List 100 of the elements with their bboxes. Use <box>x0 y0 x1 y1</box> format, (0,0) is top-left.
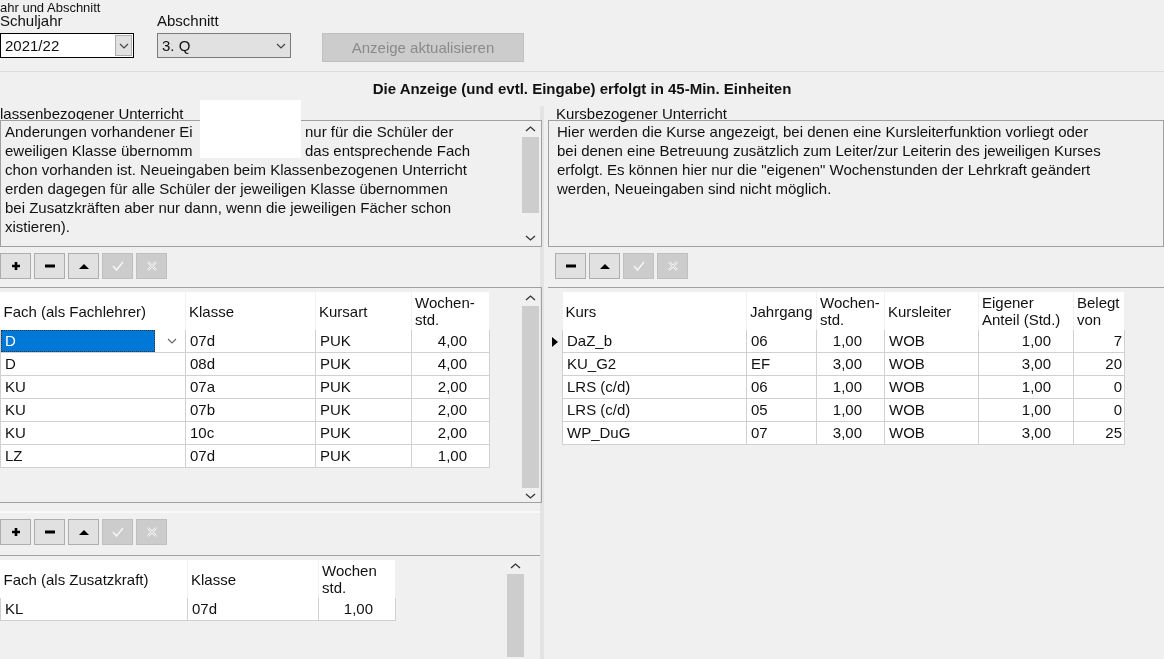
table-cell-text: 4,00 <box>437 331 467 351</box>
table-cell-text: 3,00 <box>1021 423 1051 443</box>
table-cell-text: 20 <box>1105 354 1122 374</box>
scrollbar[interactable] <box>507 560 524 659</box>
dropdown-field[interactable]: 2021/22 <box>0 33 134 58</box>
cross-icon <box>145 260 158 272</box>
minus-button[interactable] <box>555 253 586 279</box>
table-cell-text: D <box>5 354 16 374</box>
table-cell-text: 3,00 <box>832 354 862 374</box>
up-button[interactable] <box>589 253 620 279</box>
minus-button[interactable] <box>34 253 65 279</box>
table-cell-text: KU_G2 <box>567 354 617 374</box>
table-cell-text: 07b <box>190 400 216 420</box>
table-cell-text: 07d <box>190 331 216 351</box>
table-cell-text: 1,00 <box>832 400 862 420</box>
chevron-down-icon <box>167 338 177 344</box>
cross-icon <box>145 526 158 538</box>
table-cell-text: WOB <box>889 354 925 374</box>
minus-button[interactable] <box>34 519 65 545</box>
panel-title: Kursbezogener Unterricht <box>555 106 728 120</box>
table-cell-text: 07d <box>190 446 216 466</box>
table-cell-text: 4,00 <box>437 354 467 374</box>
table-cell-text: 07 <box>751 423 768 443</box>
table-cell-text: 08d <box>190 354 216 374</box>
plus-button[interactable] <box>0 519 31 545</box>
description-text: Anderungen vorhandener Ei <box>5 122 194 141</box>
table-cell-text: PUK <box>320 331 351 351</box>
checkmark-icon <box>111 526 124 538</box>
checkmark-icon <box>632 260 645 272</box>
table-cell-text: EF <box>751 354 771 374</box>
table-cell-text: PUK <box>320 400 351 420</box>
table-cell-text: WP_DuG <box>567 423 631 443</box>
table-cell-text: 06 <box>751 331 768 351</box>
table-cell-text: 2,00 <box>437 377 467 397</box>
table-cell-text: 1,00 <box>1021 400 1051 420</box>
table-cell-text: 06 <box>751 377 768 397</box>
column-header[interactable]: Klasse <box>189 302 235 320</box>
table-cell-text: 0 <box>1113 400 1122 420</box>
table-cell-text: 0 <box>1113 377 1122 397</box>
dropdown-field[interactable]: 3. Q <box>157 33 291 58</box>
plus-icon <box>9 526 22 538</box>
description-text: nur für die Schüler der <box>305 122 454 141</box>
description-text: erfolgt. Es können hier nur die "eigenen" Wochenstunden der Lehrkraft geändert <box>557 160 1091 179</box>
table-cell-text: 1,00 <box>437 446 467 466</box>
table-cell-text: 1,00 <box>832 331 862 351</box>
column-header[interactable]: Klasse <box>191 570 237 588</box>
cross-icon <box>666 260 679 272</box>
table-cell-text: LZ <box>5 446 23 466</box>
table-cell-text: PUK <box>320 354 351 374</box>
table-cell-text: WOB <box>889 423 925 443</box>
table-cell-text: 05 <box>751 400 768 420</box>
table-cell-text: PUK <box>320 446 351 466</box>
field-label: Abschnitt <box>157 12 220 30</box>
table-cell-text: KU <box>5 377 26 397</box>
table-cell-text: WOB <box>889 331 925 351</box>
description-text: chon vorhanden ist. Neueingaben beim Klassenbezogenen Unterricht <box>5 160 467 179</box>
description-text: werden, Neueingaben sind nicht möglich. <box>557 179 832 198</box>
table-cell-text: 3,00 <box>832 423 862 443</box>
plus-button[interactable] <box>0 253 31 279</box>
table-cell-text: 1,00 <box>1021 331 1051 351</box>
table-cell-text: 2,00 <box>437 423 467 443</box>
field-label: Schuljahr <box>0 12 64 30</box>
table-cell-text: LRS (c/d) <box>567 400 631 420</box>
description-text: xistieren). <box>5 217 71 236</box>
table-cell-text: DaZ_b <box>567 331 613 351</box>
table-cell-text: 1,00 <box>343 599 373 619</box>
description-text: bei denen eine Betreuung zusätzlich zum Leiter/zur Leiterin des jeweiligen Kurses <box>557 141 1101 160</box>
up-button[interactable] <box>68 519 99 545</box>
chevron-down-icon <box>275 42 286 49</box>
description-text: bei Zusatzkräften aber nur dann, wenn die jeweiligen Fächer schon <box>5 198 452 217</box>
heading: Die Anzeige (und evtl. Eingabe) erfolgt in 45-Min. Einheiten <box>371 79 793 99</box>
table-cell-text: KU <box>5 423 26 443</box>
table-cell-text: WOB <box>889 400 925 420</box>
checkmark-icon <box>111 260 124 272</box>
description-text: das entsprechende Fach <box>305 141 471 160</box>
table-cell-text: KL <box>5 599 24 619</box>
scrollbar[interactable] <box>522 123 539 244</box>
table-cell-text: 3,00 <box>1021 354 1051 374</box>
description-text: Hier werden die Kurse angezeigt, bei denen eine Kursleiterfunktion vorliegt oder <box>557 122 1089 141</box>
table-cell-text: 10c <box>190 423 215 443</box>
table-cell-text: 25 <box>1105 423 1122 443</box>
scrollbar[interactable] <box>522 292 539 502</box>
table-cell-text: 2,00 <box>437 400 467 420</box>
plus-icon <box>9 260 22 272</box>
panel-title: lassenbezogener Unterricht <box>0 106 185 120</box>
table-cell-text: KU <box>5 400 26 420</box>
column-header[interactable]: Kurs <box>565 302 597 320</box>
up-button[interactable] <box>68 253 99 279</box>
table-cell-text: 07a <box>190 377 216 397</box>
table-cell-text: PUK <box>320 377 351 397</box>
table-cell-text: WOB <box>889 377 925 397</box>
table-cell-text: PUK <box>320 423 351 443</box>
table-cell-text: 1,00 <box>1021 377 1051 397</box>
table-cell-text: 07d <box>192 599 218 619</box>
table-cell-text: LRS (c/d) <box>567 377 631 397</box>
chevron-down-icon <box>118 42 129 49</box>
table-cell-text: 7 <box>1113 331 1122 351</box>
table-cell-text: 1,00 <box>832 377 862 397</box>
description-text: erden dagegen für alle Schüler der jeweiligen Klasse übernommen <box>5 179 448 198</box>
description-text: eweiligen Klasse übernomm <box>5 141 194 160</box>
